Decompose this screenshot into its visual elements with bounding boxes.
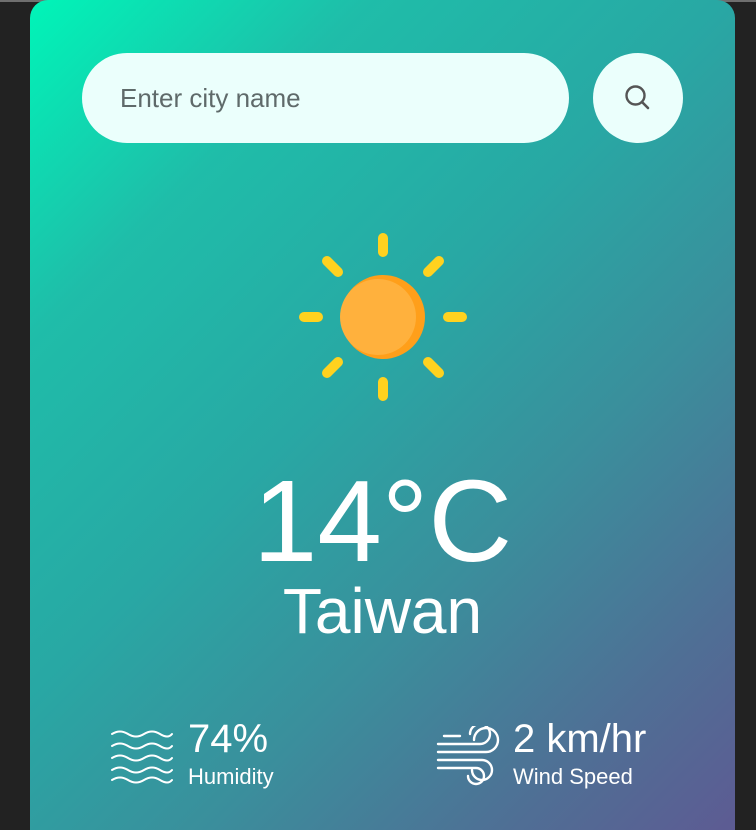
temperature: 14°C xyxy=(252,456,513,586)
weather-card: 14°C Taiwan 74% Humidity 2 km/hr xyxy=(30,0,735,830)
wind-icon xyxy=(436,726,500,786)
humidity-waves-icon xyxy=(111,730,173,784)
search-icon xyxy=(625,85,650,110)
search-bar xyxy=(82,53,683,143)
sun-icon xyxy=(299,233,467,401)
humidity-label: Humidity xyxy=(188,764,274,789)
city-name: Taiwan xyxy=(282,575,483,647)
search-input[interactable] xyxy=(82,53,569,143)
wind-label: Wind Speed xyxy=(513,764,633,789)
wind-value: 2 km/hr xyxy=(513,717,647,761)
humidity-value: 74% xyxy=(188,717,269,761)
search-button[interactable] xyxy=(593,53,683,143)
